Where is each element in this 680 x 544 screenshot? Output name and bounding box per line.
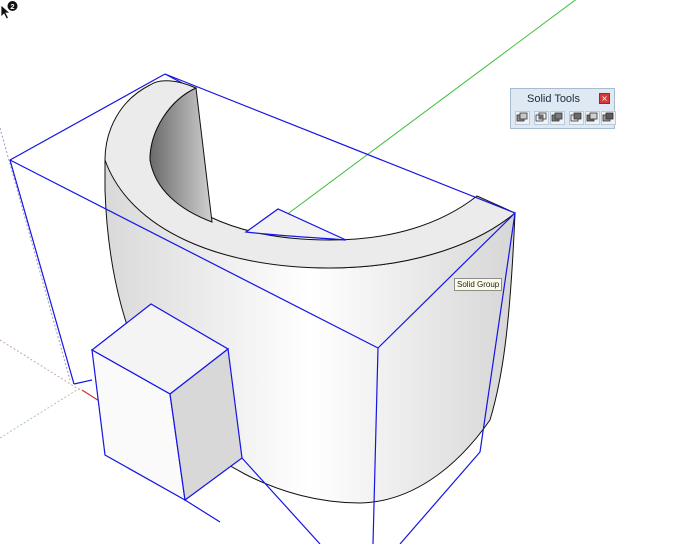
trim-button[interactable]: [585, 111, 600, 125]
union-icon: [551, 112, 563, 122]
subtract-button[interactable]: [569, 111, 584, 125]
scene-canvas: [0, 0, 577, 544]
outer-shell-icon: [516, 112, 528, 122]
entity-tooltip: Solid Group: [454, 278, 503, 291]
cursor-badge: 2: [10, 2, 14, 11]
blue-axis-dotted: [0, 127, 71, 381]
split-icon: [602, 112, 614, 122]
intersect-icon: [535, 112, 547, 122]
green-axis-dotted: [0, 387, 81, 439]
intersect-button[interactable]: [534, 111, 549, 125]
solid-tools-toolbar[interactable]: Solid Tools ×: [510, 88, 616, 129]
union-button[interactable]: [550, 111, 565, 125]
split-button[interactable]: [601, 111, 616, 125]
modeling-viewport[interactable]: Solid Tools × 2 Solid Group: [0, 0, 680, 544]
tool-buttons: [515, 111, 616, 125]
trim-icon: [586, 112, 598, 122]
outer-shell-button[interactable]: [515, 111, 530, 125]
select-cursor-icon: 2: [0, 1, 18, 20]
close-button[interactable]: ×: [599, 93, 610, 104]
subtract-icon: [570, 112, 582, 122]
toolbar-title: Solid Tools: [527, 93, 580, 105]
